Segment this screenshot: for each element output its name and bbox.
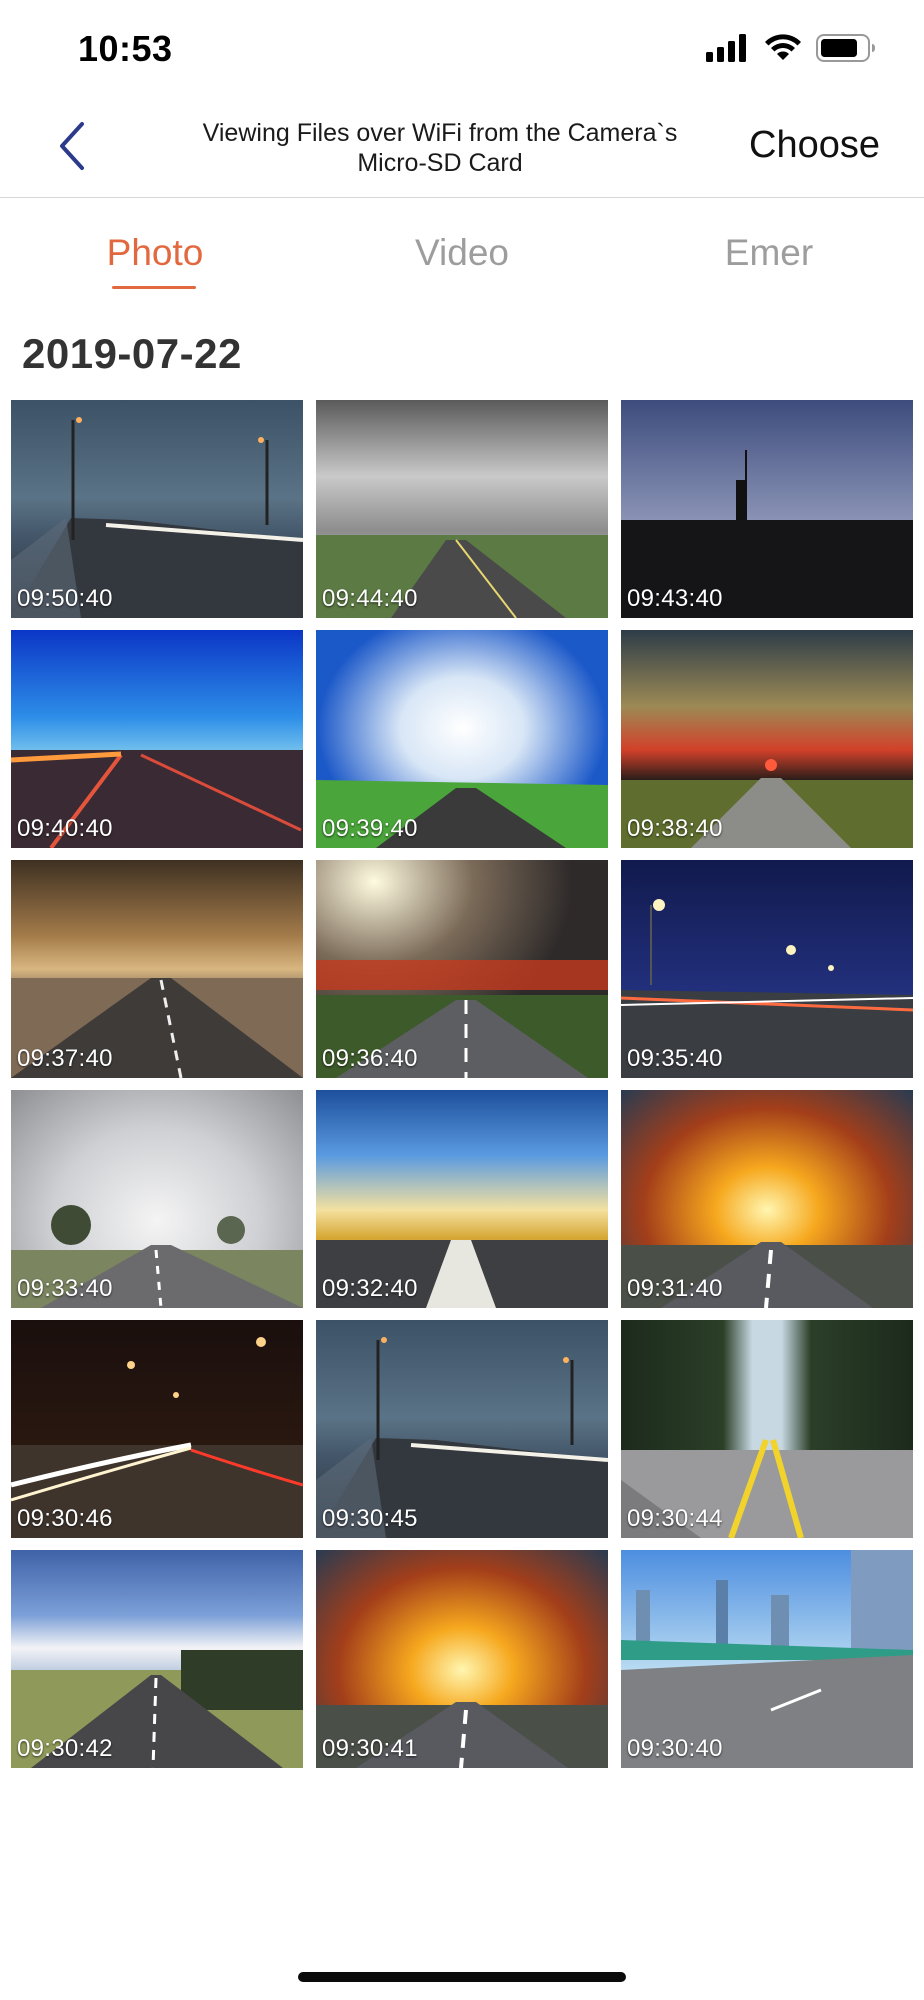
active-tab-indicator xyxy=(112,286,196,289)
photo-timestamp: 09:43:40 xyxy=(627,585,723,612)
tab-emer[interactable]: Emer xyxy=(649,232,889,274)
photo-timestamp: 09:39:40 xyxy=(322,815,418,842)
photo-timestamp: 09:38:40 xyxy=(627,815,723,842)
photo-timestamp: 09:33:40 xyxy=(17,1275,113,1302)
photo-thumbnail[interactable]: 09:30:41 xyxy=(316,1550,608,1768)
photo-thumbnail[interactable]: 09:35:40 xyxy=(621,860,913,1078)
cellular-signal-icon xyxy=(706,34,746,62)
photo-thumbnail[interactable]: 09:43:40 xyxy=(621,400,913,618)
photo-thumbnail[interactable]: 09:44:40 xyxy=(316,400,608,618)
home-indicator xyxy=(298,1972,626,1982)
photo-timestamp: 09:35:40 xyxy=(627,1045,723,1072)
chevron-left-icon xyxy=(60,122,84,170)
page-title-line2: Micro-SD Card xyxy=(357,149,523,177)
photo-thumbnail[interactable]: 09:40:40 xyxy=(11,630,303,848)
photo-thumbnail[interactable]: 09:38:40 xyxy=(621,630,913,848)
photo-timestamp: 09:32:40 xyxy=(322,1275,418,1302)
photo-thumbnail[interactable]: 09:36:40 xyxy=(316,860,608,1078)
photo-thumbnail[interactable]: 09:32:40 xyxy=(316,1090,608,1308)
photo-thumbnail[interactable]: 09:31:40 xyxy=(621,1090,913,1308)
wifi-icon xyxy=(765,34,801,60)
photo-timestamp: 09:31:40 xyxy=(627,1275,723,1302)
status-time: 10:53 xyxy=(78,28,173,69)
media-tabs: Photo Video Emer xyxy=(0,198,924,298)
photo-timestamp: 09:30:42 xyxy=(17,1735,113,1762)
photo-thumbnail[interactable]: 09:30:42 xyxy=(11,1550,303,1768)
photo-thumbnail[interactable]: 09:30:44 xyxy=(621,1320,913,1538)
photo-timestamp: 09:30:45 xyxy=(322,1505,418,1532)
photo-timestamp: 09:50:40 xyxy=(17,585,113,612)
page-title: Viewing Files over WiFi from the Camera`… xyxy=(160,118,720,178)
photo-timestamp: 09:30:41 xyxy=(322,1735,418,1762)
photo-timestamp: 09:44:40 xyxy=(322,585,418,612)
tab-photo[interactable]: Photo xyxy=(35,232,275,274)
photo-thumbnail[interactable]: 09:30:46 xyxy=(11,1320,303,1538)
page-title-line1: Viewing Files over WiFi from the Camera`… xyxy=(202,119,678,147)
date-group-header: 2019-07-22 xyxy=(22,330,242,377)
photo-grid: 09:50:40 09:44:40 09:43:40 09:40:40 09:3… xyxy=(11,400,913,1768)
tab-video[interactable]: Video xyxy=(342,232,582,274)
nav-bar: Viewing Files over WiFi from the Camera`… xyxy=(0,100,924,198)
photo-thumbnail[interactable]: 09:37:40 xyxy=(11,860,303,1078)
status-icons xyxy=(706,34,876,62)
photo-thumbnail[interactable]: 09:39:40 xyxy=(316,630,608,848)
photo-thumbnail[interactable]: 09:30:40 xyxy=(621,1550,913,1768)
photo-timestamp: 09:30:44 xyxy=(627,1505,723,1532)
photo-thumbnail[interactable]: 09:50:40 xyxy=(11,400,303,618)
photo-thumbnail[interactable]: 09:30:45 xyxy=(316,1320,608,1538)
photo-timestamp: 09:30:46 xyxy=(17,1505,113,1532)
battery-icon xyxy=(816,34,875,62)
photo-timestamp: 09:30:40 xyxy=(627,1735,723,1762)
status-bar: 10:53 xyxy=(0,0,924,100)
photo-thumbnail[interactable]: 09:33:40 xyxy=(11,1090,303,1308)
choose-button[interactable]: Choose xyxy=(749,124,880,167)
back-button[interactable] xyxy=(44,118,100,174)
photo-timestamp: 09:36:40 xyxy=(322,1045,418,1072)
photo-timestamp: 09:40:40 xyxy=(17,815,113,842)
photo-timestamp: 09:37:40 xyxy=(17,1045,113,1072)
